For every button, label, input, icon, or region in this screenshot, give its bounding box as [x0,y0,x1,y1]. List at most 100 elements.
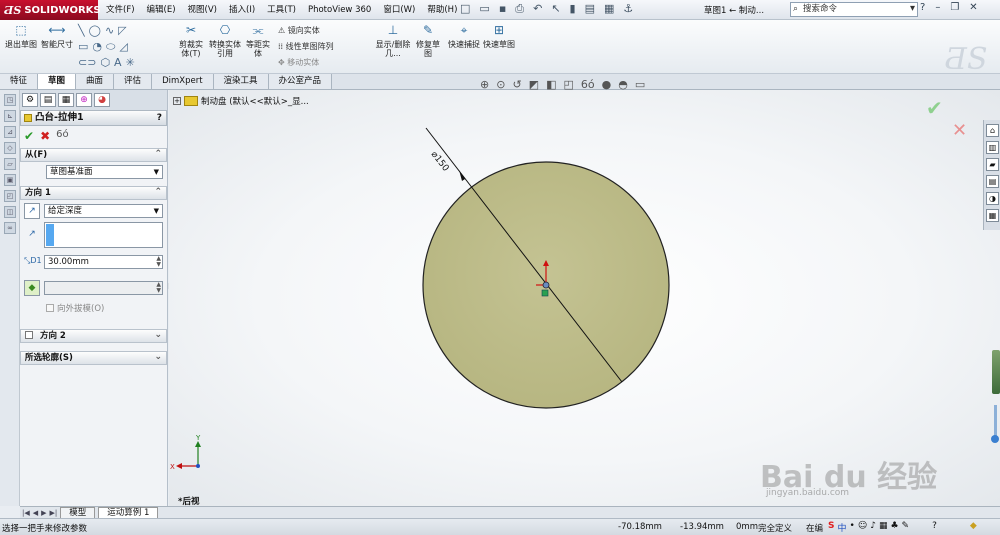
ok-button[interactable]: ✔ [24,129,34,143]
feature-manager-icon[interactable]: ⚙ [22,93,38,107]
tab-dimxpert[interactable]: DimXpert [152,74,214,89]
end-condition-select[interactable]: 给定深度 ▼ [44,204,163,218]
menu-file[interactable]: 文件(F) [100,3,141,17]
rapid-sketch-button[interactable]: ⊞ 快速草图 [482,24,516,49]
block-icon[interactable]: ▣ [4,174,16,186]
direction-selection-box[interactable] [44,222,163,248]
sketch-check-icon[interactable]: ◫ [4,206,16,218]
help-icon[interactable]: ? [920,2,925,13]
save-icon[interactable]: ▪ [499,2,506,16]
section-direction-2[interactable]: 方向 2 ⌄ [20,329,167,343]
restore-icon[interactable]: ❐ [950,2,959,13]
help-button[interactable]: ? [157,111,162,125]
menu-window[interactable]: 窗口(W) [377,3,421,17]
menu-tools[interactable]: 工具(T) [261,3,302,17]
point-icon[interactable]: ✳ [126,56,135,69]
smart-dimension-button[interactable]: ⟷ 智能尺寸 [40,24,74,49]
sketch-fillet-icon[interactable]: ◸ [118,24,126,37]
repair-sketch-button[interactable]: ✎ 修复草图 [414,24,442,58]
rebuild-icon[interactable]: ▮ [570,2,576,16]
print-icon[interactable]: ⎙ [515,2,524,16]
open-icon[interactable]: ▭ [479,2,489,16]
convert-entities-button[interactable]: ⎔ 转换实体引用 [208,24,242,58]
relation-icon[interactable]: ⊾ [4,110,16,122]
move-entities-button[interactable]: ✥ 移动实体 [278,57,319,68]
section-from[interactable]: 从(F) ⌃ [20,148,167,162]
search-input[interactable]: ⌕ 搜索命令 ▾ [790,2,918,17]
menu-help[interactable]: 帮助(H) [421,3,463,17]
menu-photoview[interactable]: PhotoView 360 [302,3,377,17]
cancel-button[interactable]: ✖ [40,129,50,143]
ime-image-icon[interactable]: ▦ [879,521,888,534]
linear-pattern-button[interactable]: ⁞⁞ 线性草图阵列 [278,41,334,52]
display-delete-relations-button[interactable]: ⊥ 显示/删除几... [374,24,412,58]
first-tab-icon[interactable]: |◀ [22,509,30,517]
rebuild-status-icon[interactable]: ◆ [970,521,977,534]
last-tab-icon[interactable]: ▶| [50,509,58,517]
tab-model[interactable]: 模型 [60,506,96,519]
tab-features[interactable]: 特征 [0,74,39,89]
plane-icon[interactable]: ▱ [4,158,16,170]
anchor-icon[interactable]: ⚓ [623,2,633,16]
next-tab-icon[interactable]: ▶ [41,509,46,517]
chamfer-icon[interactable]: ◿ [119,40,127,54]
tab-surfaces[interactable]: 曲面 [76,74,115,89]
file-properties-icon[interactable]: ▤ [585,2,595,16]
offset-entities-button[interactable]: ⫘ 等距实体 [244,24,272,58]
tab-office-products[interactable]: 办公室产品 [268,74,333,89]
arc-icon[interactable]: ◔ [92,40,102,54]
configuration-manager-icon[interactable]: ▦ [58,93,74,107]
sketch-tool-icon[interactable]: ◳ [4,94,16,106]
minimize-icon[interactable]: – [935,2,940,13]
expand-icon[interactable]: ⌄ [154,329,162,341]
slot-icon[interactable]: ⊂⊃ [78,56,96,69]
menu-edit[interactable]: 编辑(E) [141,3,182,17]
sogou-ime-icon[interactable]: S [828,521,834,534]
ime-voice-icon[interactable]: ♪ [870,521,876,534]
sketch-entity-icon[interactable]: ◇ [4,142,16,154]
from-select[interactable]: 草图基准面 ▼ [46,165,163,179]
spin-arrows-icon[interactable]: ▲ ▼ [156,256,161,268]
undo-icon[interactable]: ↶ [533,2,542,16]
dimension-icon[interactable]: ⊿ [4,126,16,138]
preview-icon[interactable]: 6ó [56,129,68,141]
menu-view[interactable]: 视图(V) [182,3,223,17]
close-icon[interactable]: ✕ [969,2,977,13]
solidworks-logo[interactable]: ƋS SOLIDWORKS ▸ [0,0,113,20]
tab-motion-study-1[interactable]: 运动算例 1 [98,506,159,519]
spline-icon[interactable]: ∿ [105,24,114,37]
tab-sketch[interactable]: 草图 [38,74,77,89]
reverse-direction-icon[interactable]: ↗ [24,203,40,219]
tab-evaluate[interactable]: 评估 [114,74,153,89]
trim-entities-button[interactable]: ✂ 剪裁实体(T) [176,24,206,58]
mirror-entities-button[interactable]: ⚠ 镜向实体 [278,25,320,36]
expand-icon[interactable]: ⌄ [154,351,162,363]
ime-tools-icon[interactable]: ✎ [902,521,910,534]
collapse-icon[interactable]: ⌃ [154,186,162,198]
menu-insert[interactable]: 插入(I) [223,3,261,17]
tab-render-tools[interactable]: 渲染工具 [213,74,269,89]
new-icon[interactable]: □ [460,2,470,16]
quick-snaps-button[interactable]: ⌖ 快速捕捉 [448,24,480,49]
link-icon[interactable]: ∞ [4,222,16,234]
depth-input[interactable]: 30.00mm ▲ ▼ [44,255,163,269]
prev-tab-icon[interactable]: ◀ [33,509,38,517]
ellipse-icon[interactable]: ⬭ [106,40,115,54]
ime-skin-icon[interactable]: ♣ [890,521,898,534]
display-icon[interactable]: ◰ [4,190,16,202]
ime-punctuation-icon[interactable]: • [850,521,855,534]
display-manager-icon[interactable]: ◕ [94,93,110,107]
collapse-icon[interactable]: ⌃ [154,148,162,160]
origin-point[interactable] [542,281,550,289]
sketch-canvas[interactable]: ⌀150 Y X [169,90,1000,506]
search-dropdown-icon[interactable]: ▾ [910,2,915,15]
rectangle-icon[interactable]: ▭ [78,40,88,54]
exit-sketch-button[interactable]: ⬚ 退出草图 [4,24,38,49]
diameter-label[interactable]: ⌀150 [429,150,451,174]
draft-toggle-icon[interactable]: ◆ [24,280,40,296]
select-icon[interactable]: ↖ [551,2,560,16]
section-selected-contours[interactable]: 所选轮廓(S) ⌄ [20,351,167,365]
circle-icon[interactable]: ◯ [89,24,101,37]
line-icon[interactable]: ╲ [78,24,85,37]
ime-chinese-icon[interactable]: 中 [837,521,846,534]
